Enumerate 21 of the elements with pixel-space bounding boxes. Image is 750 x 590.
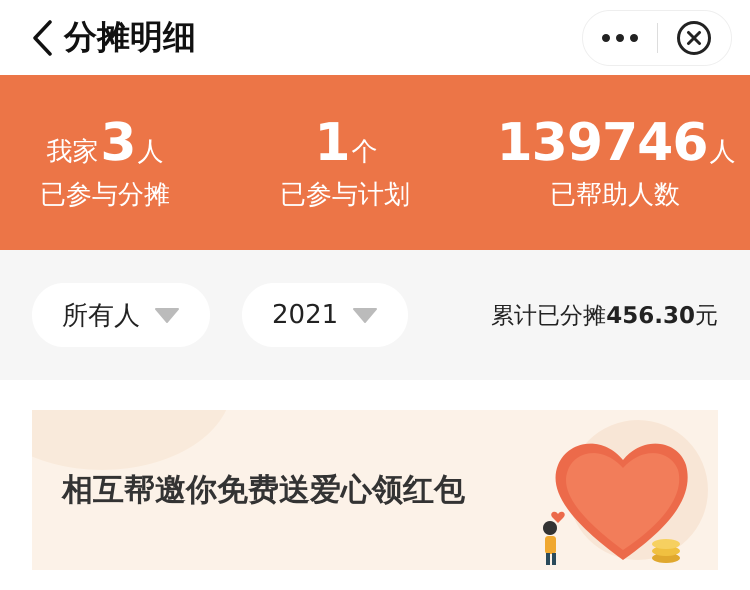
stat-unit: 个 xyxy=(352,136,378,169)
stat-value: 3 xyxy=(100,113,136,173)
back-icon[interactable] xyxy=(30,18,54,56)
stat-unit: 人 xyxy=(138,136,164,169)
filter-dropdown[interactable]: 2021 xyxy=(242,283,408,347)
stat-label: 已参与分摊 xyxy=(40,179,170,212)
page-title: 分摊明细 xyxy=(64,16,197,58)
banner-text: 相互帮邀你免费送爱心领红包 xyxy=(62,471,465,510)
filter-dropdown[interactable]: 所有人 xyxy=(32,283,210,347)
more-icon[interactable] xyxy=(600,32,639,42)
caret-icon xyxy=(352,307,378,323)
close-icon[interactable] xyxy=(676,20,712,56)
promo-banner[interactable]: 相互帮邀你免费送爱心领红包 xyxy=(32,410,718,570)
stat-label: 已参与计划 xyxy=(280,179,410,212)
caret-icon xyxy=(154,307,180,323)
stat-unit: 人 xyxy=(710,136,736,169)
total-shared-amount: 累计已分摊456.30元 xyxy=(491,302,718,330)
stat-prefix: 我家 xyxy=(46,136,98,169)
stat-value: 139746 xyxy=(496,113,708,173)
stat-label: 已帮助人数 xyxy=(550,179,680,212)
stat-value: 1 xyxy=(314,113,350,173)
